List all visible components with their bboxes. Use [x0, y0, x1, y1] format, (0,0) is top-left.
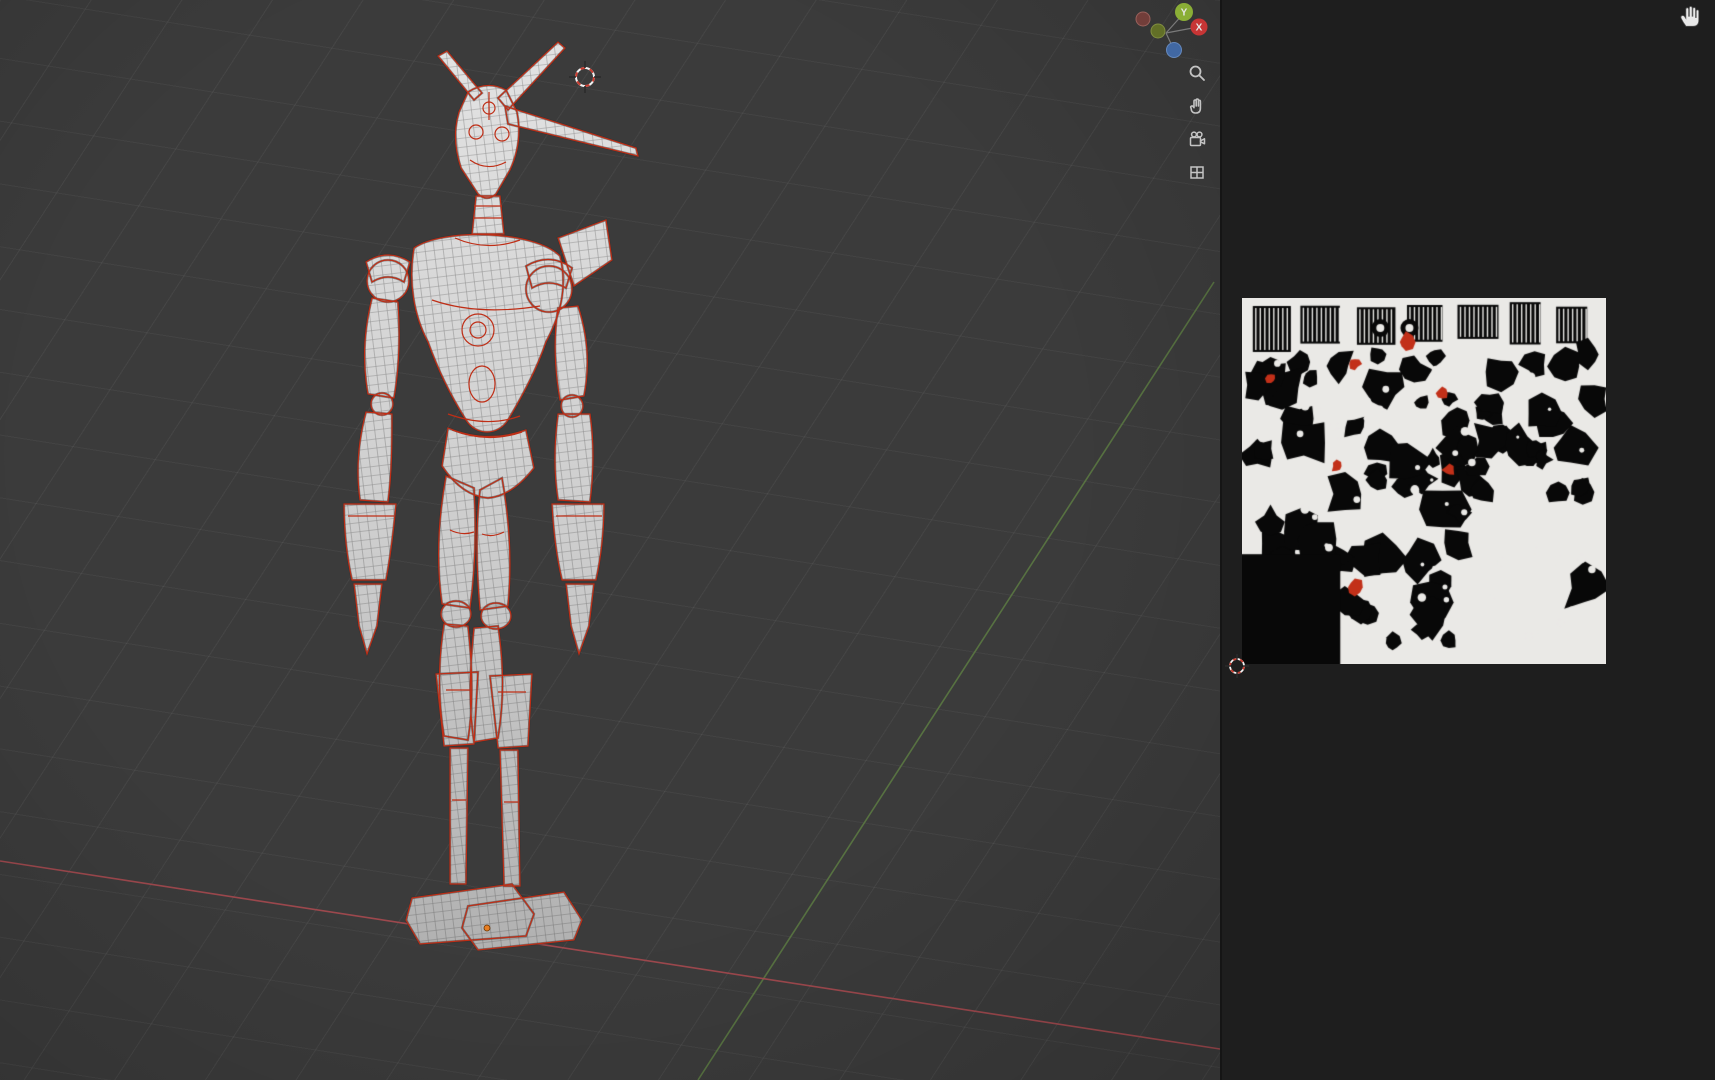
blender-window: Y X: [0, 0, 1715, 1080]
gizmo-y-label: Y: [1181, 8, 1188, 19]
viewport-scene: [0, 30, 1220, 1080]
character-model[interactable]: [300, 30, 660, 970]
object-origin-dot: [483, 924, 491, 932]
mouse-cursor-hand-icon: [1680, 5, 1700, 27]
uv-layout-image[interactable]: [1242, 298, 1606, 664]
camera-icon: [1189, 131, 1206, 147]
zoom-button[interactable]: [1184, 60, 1210, 86]
gizmo-y-negative-ball[interactable]: [1150, 23, 1166, 39]
axis-x-line: [0, 860, 1220, 1050]
magnifier-icon: [1189, 65, 1205, 81]
viewport-3d[interactable]: Y X: [0, 0, 1220, 1080]
gizmo-z-ball[interactable]: [1166, 42, 1182, 58]
view-toggle-button[interactable]: [1184, 159, 1210, 185]
uv-editor-panel[interactable]: [1222, 0, 1715, 1080]
cursor-2d-icon: [1225, 654, 1249, 678]
cursor-3d-icon: [569, 61, 601, 93]
gizmo-x-negative-ball[interactable]: [1135, 11, 1151, 27]
viewport-nav-buttons: [1184, 60, 1210, 185]
camera-view-button[interactable]: [1184, 126, 1210, 152]
pan-button[interactable]: [1184, 93, 1210, 119]
grid-icon: [1190, 166, 1204, 179]
axis-gizmo[interactable]: Y X: [1118, 0, 1218, 68]
axis-y-line: [697, 281, 1215, 1080]
hand-icon: [1189, 98, 1202, 114]
gizmo-x-label: X: [1196, 23, 1203, 34]
